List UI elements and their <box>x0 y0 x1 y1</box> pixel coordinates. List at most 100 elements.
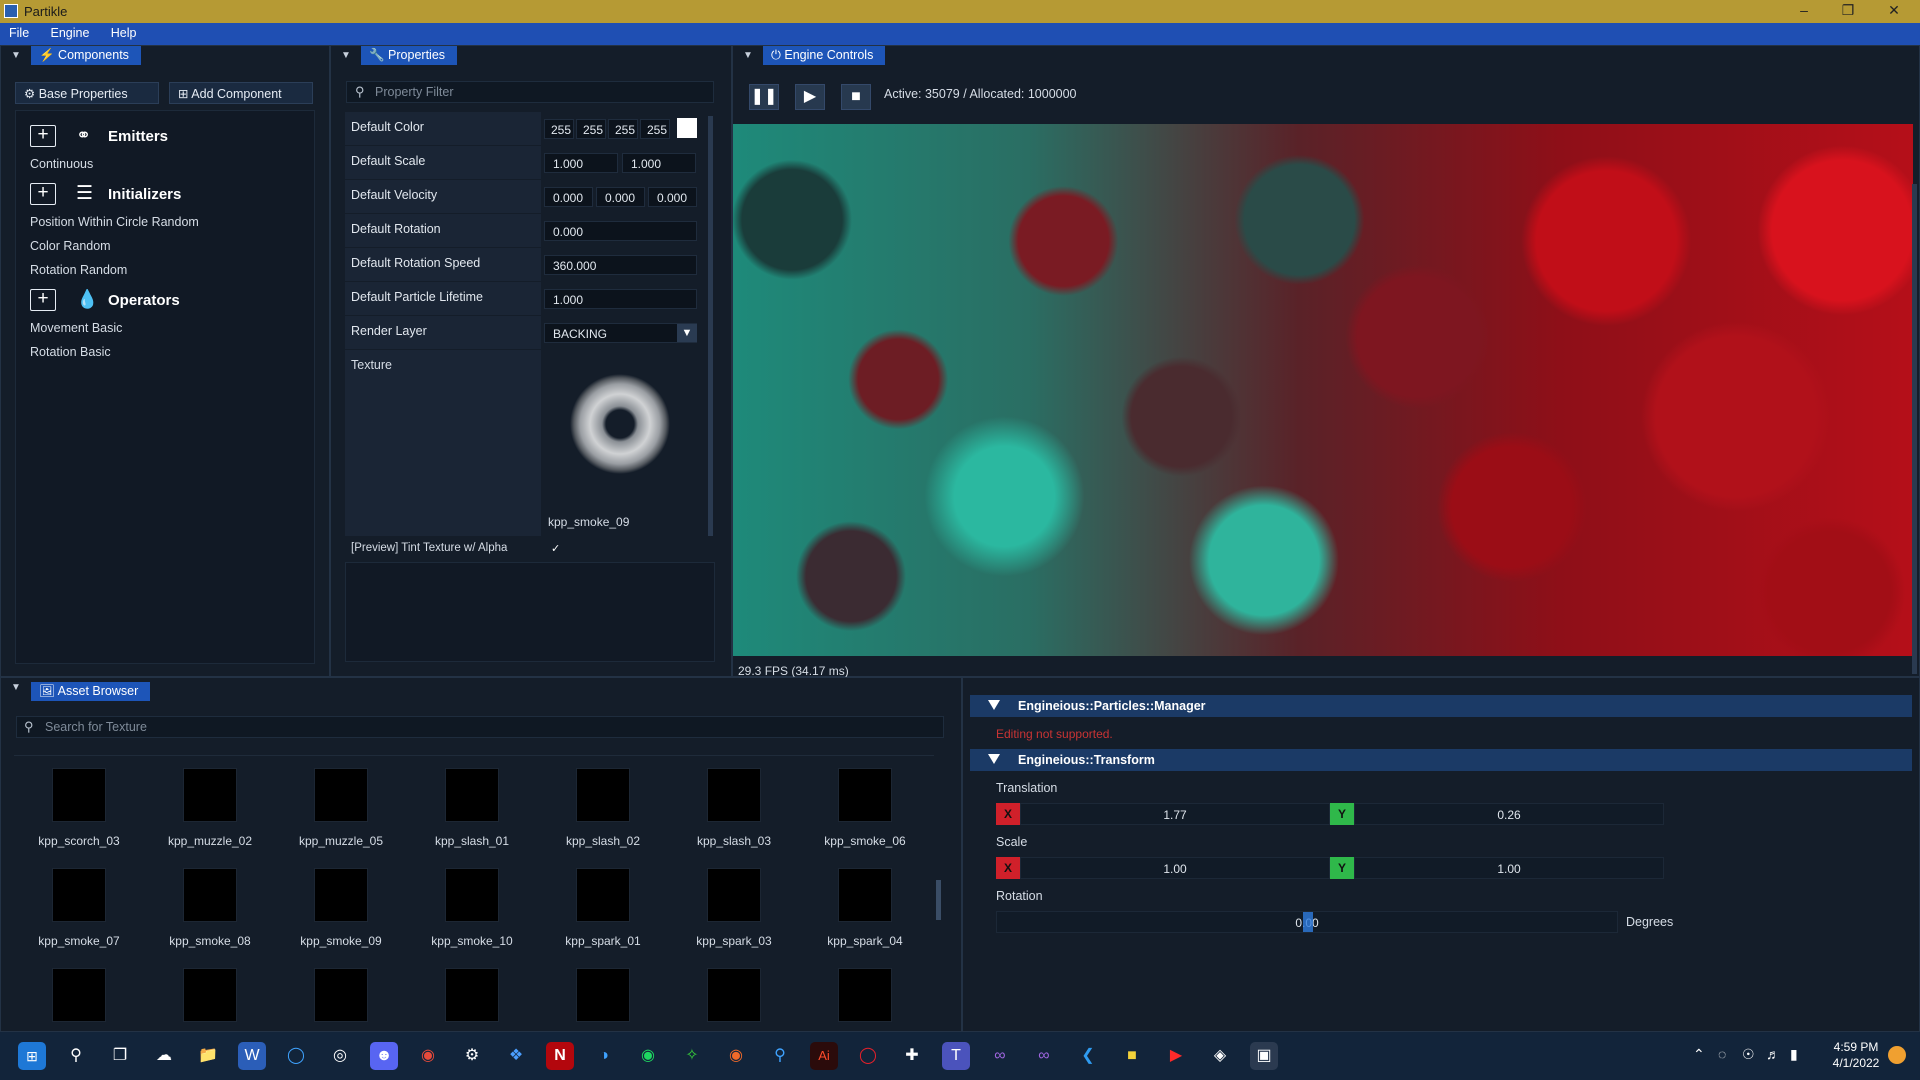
color-swatch[interactable] <box>677 118 697 138</box>
rotation-speed-field[interactable]: 360.000 <box>544 255 697 275</box>
partikle-taskbar-icon[interactable]: ▣ <box>1250 1042 1278 1070</box>
scale-x-field[interactable]: 1.00 <box>1020 857 1330 879</box>
asset-tile[interactable]: kpp_muzzle_02 <box>145 758 275 856</box>
texture-search-input[interactable]: Search for Texture <box>16 716 944 738</box>
component-item[interactable]: Position Within Circle Random <box>30 215 199 229</box>
dropbox-icon[interactable]: ❖ <box>502 1042 530 1070</box>
asset-tile[interactable]: kpp_smoke_08 <box>145 858 275 956</box>
asset-tile[interactable] <box>800 958 930 1030</box>
maps-icon[interactable]: ⚲ <box>766 1042 794 1070</box>
add-operator-button[interactable]: + <box>30 289 56 311</box>
particle-viewport[interactable] <box>733 124 1913 656</box>
minimize-icon[interactable]: – <box>1794 2 1814 20</box>
tab-engine-controls[interactable]: ⏻ Engine Controls <box>763 46 886 65</box>
add-emitter-button[interactable]: + <box>30 125 56 147</box>
task-view-icon[interactable]: ❐ <box>106 1042 134 1070</box>
restore-icon[interactable]: ❐ <box>1838 2 1858 20</box>
app-icon[interactable]: ◉ <box>722 1042 750 1070</box>
base-properties-button[interactable]: ⚙ Base Properties <box>15 82 159 104</box>
asset-tile[interactable]: kpp_spark_03 <box>669 858 799 956</box>
menu-file[interactable]: File <box>0 23 38 40</box>
asset-tile[interactable]: kpp_muzzle_05 <box>276 758 406 856</box>
chrome-icon[interactable]: ◉ <box>414 1042 442 1070</box>
asset-scrollbar[interactable] <box>936 880 941 920</box>
slider-handle[interactable] <box>1303 912 1313 932</box>
volume-icon[interactable]: ♬ <box>1766 1046 1780 1062</box>
translation-x-field[interactable]: 1.77 <box>1020 803 1330 825</box>
sticky-notes-icon[interactable]: ■ <box>1118 1042 1146 1070</box>
collapse-icon[interactable]: ▼ <box>743 50 755 61</box>
pause-button[interactable]: ❚❚ <box>749 84 779 110</box>
notification-icon[interactable] <box>1888 1046 1906 1064</box>
properties-scrollbar[interactable] <box>708 116 713 536</box>
checkmark-icon[interactable]: ✓ <box>551 542 560 554</box>
tab-components[interactable]: ⚡ Components <box>31 46 141 65</box>
menu-help[interactable]: Help <box>102 23 146 40</box>
asset-tile[interactable] <box>276 958 406 1030</box>
asset-tile[interactable]: kpp_spark_01 <box>538 858 668 956</box>
asset-tile[interactable]: kpp_spark_04 <box>800 858 930 956</box>
manager-section-header[interactable]: Engineious::Particles::Manager <box>970 695 1912 717</box>
color-b-field[interactable]: 255 <box>608 119 638 139</box>
clock-date[interactable]: 4/1/2022 <box>1826 1056 1886 1070</box>
stop-button[interactable]: ■ <box>841 84 871 110</box>
asset-tile[interactable] <box>145 958 275 1030</box>
velocity-x-field[interactable]: 0.000 <box>544 187 593 207</box>
clock-time[interactable]: 4:59 PM <box>1826 1040 1886 1054</box>
app-icon[interactable]: ◎ <box>326 1042 354 1070</box>
render-layer-select[interactable]: BACKING <box>544 323 697 343</box>
teams-icon[interactable]: T <box>942 1042 970 1070</box>
color-a-field[interactable]: 255 <box>640 119 670 139</box>
collapse-icon[interactable]: ▼ <box>11 50 23 61</box>
rotation-field[interactable]: 0.000 <box>544 221 697 241</box>
start-icon[interactable]: ⊞ <box>18 1042 46 1070</box>
transform-section-header[interactable]: Engineious::Transform <box>970 749 1912 771</box>
youtube-icon[interactable]: ▶ <box>1162 1042 1190 1070</box>
asset-tile[interactable]: kpp_smoke_06 <box>800 758 930 856</box>
folder-icon[interactable]: 📁 <box>194 1042 222 1070</box>
lifetime-field[interactable]: 1.000 <box>544 289 697 309</box>
app-icon[interactable]: ✚ <box>898 1042 926 1070</box>
visual-studio-icon[interactable]: ∞ <box>1030 1042 1058 1070</box>
velocity-y-field[interactable]: 0.000 <box>596 187 645 207</box>
scale-y-field[interactable]: 1.000 <box>622 153 696 173</box>
vscode-icon[interactable]: ❮ <box>1074 1042 1102 1070</box>
scale-y-field[interactable]: 1.00 <box>1354 857 1664 879</box>
add-component-button[interactable]: ⊞ Add Component <box>169 82 313 104</box>
asset-tile[interactable]: kpp_slash_01 <box>407 758 537 856</box>
asset-tile[interactable] <box>14 958 144 1030</box>
collapse-icon[interactable]: ▼ <box>11 682 23 693</box>
component-item[interactable]: Continuous <box>30 157 93 171</box>
unity-icon[interactable]: ◈ <box>1206 1042 1234 1070</box>
asset-tile[interactable] <box>538 958 668 1030</box>
add-initializer-button[interactable]: + <box>30 183 56 205</box>
asset-tile[interactable]: kpp_smoke_07 <box>14 858 144 956</box>
play-button[interactable]: ▶ <box>795 84 825 110</box>
store-icon[interactable]: ◯ <box>282 1042 310 1070</box>
component-item[interactable]: Movement Basic <box>30 321 122 335</box>
cloud-icon[interactable]: ☁ <box>150 1042 178 1070</box>
menu-engine[interactable]: Engine <box>42 23 99 40</box>
translation-y-field[interactable]: 0.26 <box>1354 803 1664 825</box>
asset-tile[interactable] <box>407 958 537 1030</box>
asset-tile[interactable]: kpp_smoke_09 <box>276 858 406 956</box>
asset-tile[interactable]: kpp_scorch_03 <box>14 758 144 856</box>
property-filter-input[interactable]: Property Filter <box>346 81 714 103</box>
asset-tile[interactable]: kpp_slash_03 <box>669 758 799 856</box>
color-g-field[interactable]: 255 <box>576 119 606 139</box>
network-icon[interactable]: ◌ <box>1718 1046 1726 1062</box>
netflix-icon[interactable]: N <box>546 1042 574 1070</box>
tab-properties[interactable]: 🔧 Properties <box>361 46 458 65</box>
chevron-down-icon[interactable]: ▼ <box>677 324 697 342</box>
component-item[interactable]: Rotation Basic <box>30 345 111 359</box>
visual-studio-icon[interactable]: ∞ <box>986 1042 1014 1070</box>
color-r-field[interactable]: 255 <box>544 119 574 139</box>
texture-preview[interactable] <box>570 374 670 474</box>
velocity-z-field[interactable]: 0.000 <box>648 187 697 207</box>
adobe-icon[interactable]: Ai <box>810 1042 838 1070</box>
search-icon[interactable]: ⚲ <box>62 1042 90 1070</box>
steam-icon[interactable]: ⚙ <box>458 1042 486 1070</box>
asset-tile[interactable] <box>669 958 799 1030</box>
app-icon[interactable]: ✧ <box>678 1042 706 1070</box>
viewport-scrollbar[interactable] <box>1912 184 1917 674</box>
